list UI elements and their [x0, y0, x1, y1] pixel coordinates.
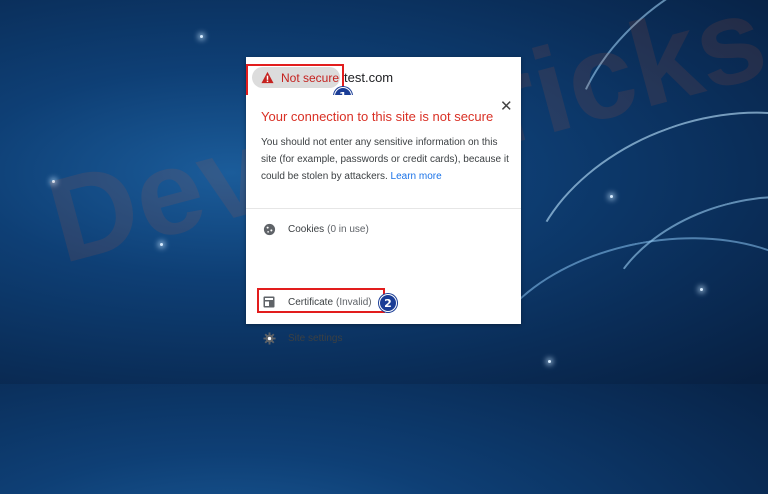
- divider: [246, 208, 521, 209]
- gear-icon: [262, 331, 276, 345]
- site-settings-label: Site settings: [288, 332, 343, 344]
- popup-title: Your connection to this site is not secu…: [261, 109, 494, 124]
- highlight-box-2: [257, 288, 385, 313]
- close-icon[interactable]: ✕: [500, 97, 513, 115]
- site-info-popup: ✕ Your connection to this site is not se…: [246, 95, 521, 345]
- step-badge-2: 2: [379, 294, 397, 312]
- browser-window: Not secure test.com 1 ✕ Your connection …: [246, 57, 521, 345]
- learn-more-link[interactable]: Learn more: [391, 171, 442, 182]
- site-settings-item[interactable]: Site settings: [262, 331, 342, 345]
- cookies-label: Cookies: [288, 223, 325, 235]
- url-text[interactable]: test.com: [344, 70, 393, 85]
- cookies-item[interactable]: Cookies (0 in use): [262, 222, 369, 236]
- cookie-icon: [262, 222, 276, 236]
- popup-description: You should not enter any sensitive infor…: [261, 134, 509, 185]
- description-text: You should not enter any sensitive infor…: [261, 137, 509, 182]
- cookies-detail: (0 in use): [327, 223, 369, 235]
